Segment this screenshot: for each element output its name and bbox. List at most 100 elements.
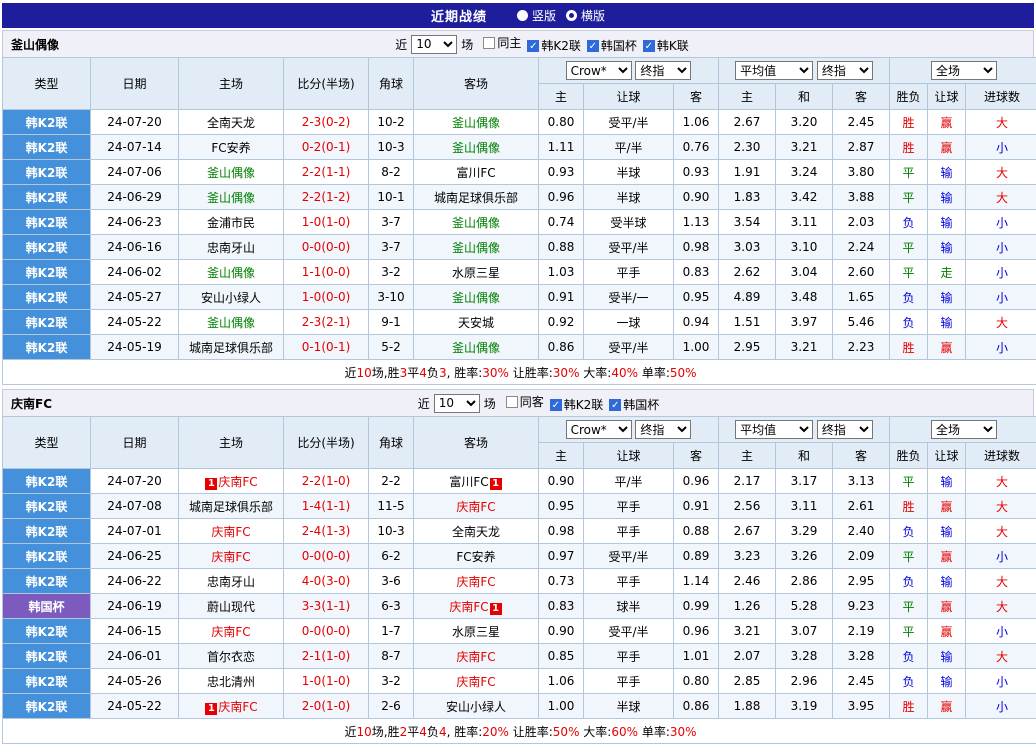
- team-name[interactable]: 釜山偶像: [452, 241, 500, 255]
- checkbox-icon[interactable]: [483, 37, 495, 49]
- checkbox-icon[interactable]: ✓: [527, 40, 539, 52]
- team-name[interactable]: 首尔衣恋: [207, 650, 255, 664]
- team-name[interactable]: 金浦市民: [207, 216, 255, 230]
- team-name[interactable]: 庆南FC: [218, 700, 257, 714]
- team-name[interactable]: 忠南牙山: [207, 241, 255, 255]
- odds-handicap: 平/半: [584, 469, 674, 494]
- team-name[interactable]: 庆南FC: [456, 575, 495, 589]
- filter-checkbox[interactable]: ✓韩K联: [643, 37, 689, 54]
- team-name[interactable]: 釜山偶像: [207, 166, 255, 180]
- team-title: 庆南FC: [11, 395, 52, 412]
- team-name[interactable]: 釜山偶像: [207, 191, 255, 205]
- filter-checkbox[interactable]: 同主: [483, 34, 521, 51]
- team-name[interactable]: 庆南FC: [211, 525, 250, 539]
- score: 2-3(2-1): [284, 310, 369, 335]
- team-name[interactable]: 庆南FC: [456, 500, 495, 514]
- team-name[interactable]: 釜山偶像: [452, 291, 500, 305]
- avg-stage-select[interactable]: 终指: [817, 420, 873, 439]
- team-name[interactable]: 忠北清州: [207, 675, 255, 689]
- filter-checkbox[interactable]: ✓韩K2联: [527, 37, 581, 54]
- score: 2-2(1-1): [284, 160, 369, 185]
- result-goals: 大: [966, 494, 1036, 519]
- away-team-cell: 庆南FC: [414, 569, 539, 594]
- radio-icon[interactable]: [517, 10, 528, 21]
- odds-handicap: 平手: [584, 494, 674, 519]
- summary-text: 近10场,胜2平4负4, 胜率:20% 让胜率:50% 大率:60% 单率:30…: [345, 725, 697, 739]
- team-name[interactable]: 城南足球俱乐部: [189, 500, 273, 514]
- team-name[interactable]: 釜山偶像: [207, 266, 255, 280]
- team-name[interactable]: 釜山偶像: [452, 216, 500, 230]
- team-name[interactable]: 釜山偶像: [452, 341, 500, 355]
- team-name[interactable]: 水原三星: [452, 625, 500, 639]
- average-select[interactable]: 平均值: [735, 420, 813, 439]
- scope-select[interactable]: 全场: [931, 61, 997, 80]
- team-name[interactable]: 全南天龙: [452, 525, 500, 539]
- league-type: 韩K2联: [3, 694, 91, 719]
- odds-stage-select[interactable]: 终指: [635, 61, 691, 80]
- odds-handicap: 半球: [584, 160, 674, 185]
- average-select[interactable]: 平均值: [735, 61, 813, 80]
- match-count-select[interactable]: 10: [434, 394, 480, 413]
- result-outcome: 平: [890, 594, 928, 619]
- team-name[interactable]: 庆南FC: [449, 600, 488, 614]
- team-name[interactable]: FC安养: [456, 550, 495, 564]
- odds-stage-select[interactable]: 终指: [635, 420, 691, 439]
- team-name[interactable]: 忠南牙山: [207, 575, 255, 589]
- section-header-bar: 釜山偶像 近 10 场 同主✓韩K2联✓韩国杯✓韩K联: [2, 30, 1034, 57]
- avg-stage-select[interactable]: 终指: [817, 61, 873, 80]
- team-name[interactable]: 庆南FC: [456, 675, 495, 689]
- layout-radio-horizontal[interactable]: 横版: [566, 7, 605, 24]
- checkbox-icon[interactable]: [506, 396, 518, 408]
- team-name[interactable]: 庆南FC: [456, 650, 495, 664]
- team-name[interactable]: 安山小绿人: [201, 291, 261, 305]
- score: 0-1(0-1): [284, 335, 369, 360]
- filter-checkbox[interactable]: ✓韩K2联: [550, 396, 604, 413]
- team-name[interactable]: 蔚山现代: [207, 600, 255, 614]
- col-header-goals-result: 进球数: [966, 84, 1036, 110]
- summary-segment: 4: [419, 725, 427, 739]
- filter-near-label: 近: [395, 36, 407, 53]
- corners: 8-2: [369, 160, 414, 185]
- checkbox-icon[interactable]: ✓: [609, 399, 621, 411]
- team-name[interactable]: 全南天龙: [207, 116, 255, 130]
- team-name[interactable]: 富川FC: [449, 475, 488, 489]
- col-header-odds-away: 客: [674, 443, 719, 469]
- filter-checkbox[interactable]: ✓韩国杯: [587, 37, 637, 54]
- team-name[interactable]: 水原三星: [452, 266, 500, 280]
- odds-home: 0.97: [539, 544, 584, 569]
- match-date: 24-06-19: [91, 594, 179, 619]
- team-name[interactable]: 天安城: [458, 316, 494, 330]
- team-name[interactable]: 釜山偶像: [207, 316, 255, 330]
- match-count-select[interactable]: 10: [411, 35, 457, 54]
- filter-checkbox[interactable]: 同客: [506, 393, 544, 410]
- team-name[interactable]: 安山小绿人: [446, 700, 506, 714]
- team-name[interactable]: 庆南FC: [218, 475, 257, 489]
- checkbox-icon[interactable]: ✓: [587, 40, 599, 52]
- layout-radio-vertical[interactable]: 竖版: [517, 7, 556, 24]
- league-type: 韩K2联: [3, 210, 91, 235]
- bookmaker-select[interactable]: Crow*: [566, 61, 632, 80]
- team-name[interactable]: 富川FC: [456, 166, 495, 180]
- team-name[interactable]: 庆南FC: [211, 625, 250, 639]
- corners: 2-6: [369, 694, 414, 719]
- radio-icon[interactable]: [566, 10, 577, 21]
- odds-home: 0.92: [539, 310, 584, 335]
- team-name[interactable]: FC安养: [211, 141, 250, 155]
- checkbox-icon[interactable]: ✓: [550, 399, 562, 411]
- scope-select[interactable]: 全场: [931, 420, 997, 439]
- match-row: 韩K2联24-07-01庆南FC2-4(1-3)10-3全南天龙0.98平手0.…: [3, 519, 1036, 544]
- odds-home: 0.85: [539, 644, 584, 669]
- avg-draw: 3.11: [776, 494, 833, 519]
- team-name[interactable]: 城南足球俱乐部: [189, 341, 273, 355]
- team-name[interactable]: 城南足球俱乐部: [434, 191, 518, 205]
- league-type: 韩K2联: [3, 619, 91, 644]
- team-name[interactable]: 釜山偶像: [452, 116, 500, 130]
- col-header-odds-handicap: 让球: [584, 443, 674, 469]
- avg-draw: 3.19: [776, 694, 833, 719]
- bookmaker-select[interactable]: Crow*: [566, 420, 632, 439]
- filter-checkbox[interactable]: ✓韩国杯: [609, 396, 659, 413]
- team-name[interactable]: 釜山偶像: [452, 141, 500, 155]
- team-name[interactable]: 庆南FC: [211, 550, 250, 564]
- checkbox-icon[interactable]: ✓: [643, 40, 655, 52]
- filter-games-label: 场: [484, 395, 496, 412]
